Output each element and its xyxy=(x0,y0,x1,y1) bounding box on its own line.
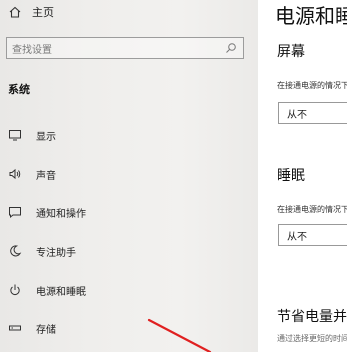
sidebar-item-focus-assist[interactable]: 专注助手 xyxy=(8,241,76,261)
screen-section-title: 屏幕 xyxy=(277,44,305,60)
sidebar-item-notifications[interactable]: 通知和操作 xyxy=(8,202,86,222)
sidebar-item-display[interactable]: 显示 xyxy=(8,125,56,145)
home-label: 主页 xyxy=(32,6,54,19)
sleep-timeout-dropdown[interactable]: 从不 xyxy=(278,224,347,246)
home-nav-item[interactable]: 主页 xyxy=(8,2,54,22)
screen-timeout-value: 从不 xyxy=(287,109,307,121)
screen-timeout-label: 在接通电源的情况下，经过以下时间后关闭 xyxy=(277,81,347,90)
sidebar-item-storage[interactable]: 存储 xyxy=(8,318,56,338)
power-icon xyxy=(10,284,20,295)
sleep-timeout-label: 在接通电源的情况下，电脑在经过以下时间后进入睡眠状态 xyxy=(277,205,347,214)
search-placeholder: 查找设置 xyxy=(12,44,52,56)
section-title: 系统 xyxy=(8,83,30,96)
screen-timeout-dropdown[interactable]: 从不 xyxy=(278,102,347,124)
content-pane: 电源和睡眠 屏幕 在接通电源的情况下，经过以下时间后关闭 从不 睡眠 在接通电源… xyxy=(258,0,347,352)
red-arrow-annotation xyxy=(147,318,212,352)
sidebar: 主页 查找设置 系统 显示 声音 通知和操作 专注助手 电源和睡眠 存储 xyxy=(0,0,258,352)
sidebar-item-label: 通知和操作 xyxy=(36,208,86,220)
sidebar-item-label: 显示 xyxy=(36,131,56,143)
energy-section-title: 节省电量并延长电池使用时间 xyxy=(277,309,347,325)
sidebar-item-power-sleep[interactable]: 电源和睡眠 xyxy=(8,280,86,300)
moon-icon xyxy=(10,245,22,257)
monitor-icon xyxy=(9,130,21,141)
speaker-icon xyxy=(9,168,21,180)
sidebar-item-sound[interactable]: 声音 xyxy=(8,164,56,184)
sidebar-item-label: 存储 xyxy=(36,324,56,336)
sleep-timeout-value: 从不 xyxy=(287,231,307,243)
sleep-section-title: 睡眠 xyxy=(277,168,305,184)
search-input[interactable]: 查找设置 xyxy=(6,37,244,59)
sidebar-item-label: 专注助手 xyxy=(36,247,76,259)
storage-icon xyxy=(9,325,21,331)
settings-window: 主页 查找设置 系统 显示 声音 通知和操作 专注助手 电源和睡眠 存储 电源和… xyxy=(0,0,347,352)
sidebar-item-label: 声音 xyxy=(36,170,56,182)
notification-icon xyxy=(9,207,21,219)
sidebar-item-label: 电源和睡眠 xyxy=(36,286,86,298)
search-icon xyxy=(226,43,236,53)
home-icon xyxy=(9,6,21,18)
energy-description: 通过选择更短的时间 xyxy=(277,334,347,343)
page-title: 电源和睡眠 xyxy=(275,4,347,28)
